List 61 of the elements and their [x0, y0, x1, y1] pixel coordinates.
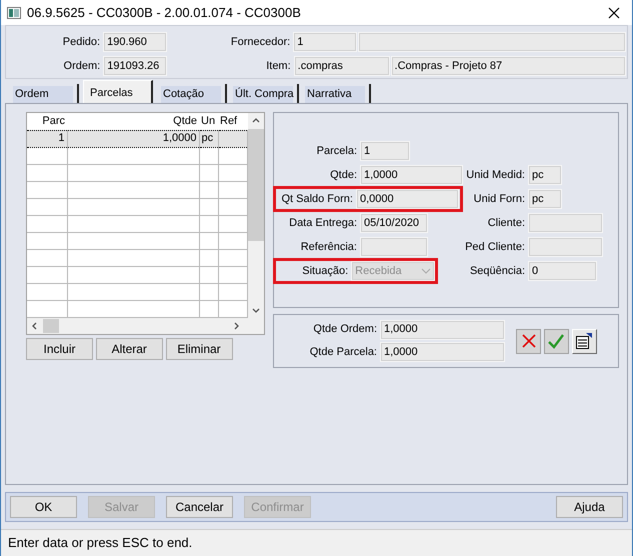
scrollbar-thumb[interactable]: [43, 319, 59, 333]
input-field[interactable]: 191093.26: [103, 56, 168, 76]
form-icon: [575, 332, 593, 350]
field-label: Qtde Ordem:: [312, 322, 378, 338]
column-header[interactable]: Ref: [218, 113, 247, 130]
field-label: Qt Saldo Forn:: [280, 192, 354, 207]
help-button[interactable]: Ajuda: [556, 496, 623, 518]
input-field[interactable]: 190.960: [103, 32, 168, 52]
field-label: Seqüência:: [468, 264, 526, 279]
field-label: Data Entrega:: [288, 216, 358, 231]
table-cell: 1,0000: [67, 130, 199, 148]
input-field[interactable]: [528, 213, 603, 233]
input-field[interactable]: .Compras - Projeto 87: [390, 56, 626, 76]
properties-button[interactable]: [572, 328, 596, 354]
table-cell: 1: [27, 130, 67, 148]
field-label: Referência:: [300, 240, 358, 255]
input-field[interactable]: pc: [528, 165, 562, 185]
input-field[interactable]: pc: [528, 189, 562, 209]
input-field[interactable]: 1: [293, 32, 358, 52]
input-field[interactable]: 1,0000: [380, 342, 505, 362]
checkmark-icon: [547, 333, 566, 349]
app-icon: [7, 6, 21, 18]
tab[interactable]: Parcelas: [83, 80, 153, 103]
status-bar-text: Enter data or press ESC to end.: [1, 529, 632, 556]
input-field[interactable]: [360, 237, 428, 257]
input-field[interactable]: 1: [360, 141, 410, 161]
field-label: Pedido:: [62, 34, 102, 50]
field-label: Situação:: [301, 264, 350, 279]
input-field[interactable]: 1,0000: [360, 165, 463, 185]
input-field[interactable]: [358, 32, 626, 52]
scrollbar-thumb[interactable]: [248, 129, 264, 241]
field-label: Item:: [265, 58, 292, 74]
column-header[interactable]: Parc: [27, 113, 67, 130]
field-label: Fornecedor:: [230, 34, 292, 50]
column-header[interactable]: Qtde: [67, 113, 199, 130]
input-field[interactable]: 1,0000: [380, 320, 505, 340]
grid-button[interactable]: Alterar: [96, 338, 163, 360]
close-icon: [520, 333, 536, 349]
cancel-button[interactable]: [516, 328, 541, 354]
table-cell: pc: [199, 130, 218, 148]
grid-button[interactable]: Incluir: [26, 338, 93, 360]
field-label: Unid Forn:: [472, 192, 526, 207]
input-field[interactable]: 05/10/2020: [360, 213, 428, 233]
input-field[interactable]: [528, 237, 603, 257]
footer-button[interactable]: Cancelar: [166, 496, 233, 518]
column-header[interactable]: Un: [199, 113, 218, 130]
field-label: Qtde:: [329, 168, 358, 183]
field-label: Ped Cliente:: [464, 240, 526, 255]
chevron-down-icon: [421, 268, 431, 274]
input-field[interactable]: .compras: [294, 56, 390, 76]
footer-button[interactable]: OK: [10, 496, 77, 518]
input-field[interactable]: 0: [528, 261, 597, 281]
field-label: Unid Medid:: [465, 168, 526, 183]
field-label: Ordem:: [62, 58, 102, 74]
field-label: Qtde Parcela:: [308, 345, 378, 360]
field-label: Cliente:: [486, 216, 526, 231]
field-label: Parcela:: [316, 144, 358, 159]
input-field[interactable]: 0,0000: [356, 189, 459, 209]
grid-button[interactable]: Eliminar: [166, 338, 232, 360]
window-title: 06.9.5625 - CC0300B - 2.00.01.074 - CC0300B: [27, 4, 302, 22]
close-icon[interactable]: [608, 6, 620, 18]
